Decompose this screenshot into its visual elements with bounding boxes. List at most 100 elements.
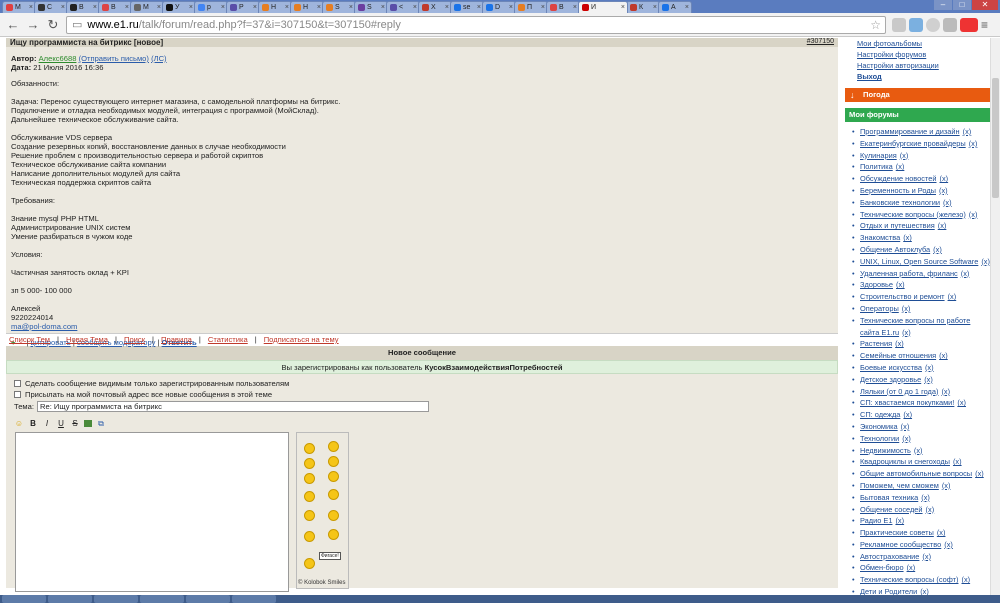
smiles-caption[interactable]: © Kolobok Smiles bbox=[298, 580, 345, 586]
tab-close-icon[interactable]: × bbox=[93, 4, 97, 11]
email-link[interactable]: ma@pol-doma.com bbox=[11, 322, 77, 331]
tab-close-icon[interactable]: × bbox=[253, 4, 257, 11]
ext-icon-3[interactable] bbox=[926, 17, 940, 32]
forum-remove-link[interactable]: (x) bbox=[907, 563, 916, 572]
ext-icon-5[interactable] bbox=[960, 17, 978, 32]
forum-link[interactable]: Технические вопросы по работе сайта E1.r… bbox=[860, 316, 970, 337]
forum-remove-link[interactable]: (x) bbox=[963, 127, 972, 136]
browser-tab[interactable]: В × bbox=[546, 1, 580, 13]
tab-close-icon[interactable]: × bbox=[445, 4, 449, 11]
tab-close-icon[interactable]: × bbox=[317, 4, 321, 11]
forum-remove-link[interactable]: (x) bbox=[948, 292, 957, 301]
forum-remove-link[interactable]: (x) bbox=[981, 257, 990, 266]
forum-nav-link[interactable]: Список Тем bbox=[9, 335, 50, 344]
browser-tab[interactable]: И × bbox=[578, 1, 628, 13]
smile-icon[interactable] bbox=[304, 531, 315, 542]
forum-remove-link[interactable]: (x) bbox=[961, 269, 970, 278]
tab-close-icon[interactable]: × bbox=[29, 4, 33, 11]
taskbar-item[interactable] bbox=[94, 595, 138, 603]
forum-link[interactable]: Технические вопросы (железо) bbox=[860, 210, 966, 219]
forum-link[interactable]: Поможем, чем сможем bbox=[860, 481, 939, 490]
taskbar-item[interactable] bbox=[2, 595, 46, 603]
browser-tab[interactable]: Н × bbox=[290, 1, 324, 13]
tab-close-icon[interactable]: × bbox=[477, 4, 481, 11]
forum-link[interactable]: Банковские технологии bbox=[860, 198, 940, 207]
taskbar-item[interactable] bbox=[140, 595, 184, 603]
browser-tab[interactable]: se × bbox=[450, 1, 484, 13]
forum-remove-link[interactable]: (x) bbox=[924, 375, 933, 384]
forum-remove-link[interactable]: (x) bbox=[969, 210, 978, 219]
browser-tab[interactable]: p × bbox=[194, 1, 228, 13]
checkbox-registered-row[interactable]: Сделать сообщение видимым только зарегис… bbox=[14, 378, 830, 389]
forum-remove-link[interactable]: (x) bbox=[953, 457, 962, 466]
forum-remove-link[interactable]: (x) bbox=[920, 587, 929, 595]
browser-tab[interactable]: C × bbox=[34, 1, 68, 13]
sidebar-top-link[interactable]: Настройки форумов bbox=[845, 49, 990, 60]
tab-close-icon[interactable]: × bbox=[189, 4, 193, 11]
tab-close-icon[interactable]: × bbox=[157, 4, 161, 11]
menu-icon[interactable]: ≡ bbox=[981, 18, 991, 32]
smile-icon[interactable] bbox=[328, 456, 339, 467]
forum-remove-link[interactable]: (x) bbox=[940, 174, 949, 183]
tab-close-icon[interactable]: × bbox=[61, 4, 65, 11]
smile-icon[interactable] bbox=[328, 489, 339, 500]
tab-close-icon[interactable]: × bbox=[221, 4, 225, 11]
tab-close-icon[interactable]: × bbox=[125, 4, 129, 11]
browser-tab[interactable]: К × bbox=[626, 1, 660, 13]
forum-remove-link[interactable]: (x) bbox=[902, 328, 911, 337]
forum-remove-link[interactable]: (x) bbox=[903, 410, 912, 419]
forum-link[interactable]: Дети и Родители bbox=[860, 587, 917, 595]
close-window-button[interactable]: ✕ bbox=[972, 0, 998, 10]
forum-link[interactable]: Экономика bbox=[860, 422, 898, 431]
scrollbar-thumb[interactable] bbox=[992, 78, 999, 198]
back-icon[interactable]: ← bbox=[6, 17, 20, 32]
smile-icon[interactable] bbox=[328, 471, 339, 482]
forum-remove-link[interactable]: (x) bbox=[933, 245, 942, 254]
message-textarea[interactable] bbox=[15, 432, 289, 592]
forum-link[interactable]: Политика bbox=[860, 162, 893, 171]
smile-icon[interactable] bbox=[304, 558, 315, 569]
forum-remove-link[interactable]: (x) bbox=[895, 339, 904, 348]
forum-remove-link[interactable]: (x) bbox=[903, 233, 912, 242]
maximize-button[interactable]: □ bbox=[953, 0, 971, 10]
forum-link[interactable]: Общение Автоклуба bbox=[860, 245, 930, 254]
underline-icon[interactable]: U bbox=[56, 419, 66, 429]
forum-link[interactable]: Квадроциклы и снегоходы bbox=[860, 457, 950, 466]
forum-remove-link[interactable]: (x) bbox=[914, 446, 923, 455]
forum-link[interactable]: Бытовая техника bbox=[860, 493, 918, 502]
forum-remove-link[interactable]: (x) bbox=[957, 398, 966, 407]
tab-close-icon[interactable]: × bbox=[573, 4, 577, 11]
tab-close-icon[interactable]: × bbox=[509, 4, 513, 11]
ext-icon-2[interactable] bbox=[909, 17, 923, 32]
forum-remove-link[interactable]: (x) bbox=[922, 552, 931, 561]
forum-nav-link[interactable]: Подписаться на тему bbox=[264, 335, 339, 344]
forum-remove-link[interactable]: (x) bbox=[896, 162, 905, 171]
forum-remove-link[interactable]: (x) bbox=[937, 528, 946, 537]
link-icon[interactable]: ⧉ bbox=[96, 419, 106, 429]
browser-tab[interactable]: S × bbox=[354, 1, 388, 13]
forum-link[interactable]: Боевые искусства bbox=[860, 363, 922, 372]
browser-tab[interactable]: M × bbox=[130, 1, 164, 13]
checkbox-mail-row[interactable]: Присылать на мой почтовый адрес все новы… bbox=[14, 389, 830, 400]
browser-tab[interactable]: M × bbox=[2, 1, 36, 13]
ext-icon-1[interactable] bbox=[892, 17, 906, 32]
smile-icon[interactable] bbox=[304, 491, 315, 502]
forum-link[interactable]: Технологии bbox=[860, 434, 899, 443]
smile-icon[interactable] bbox=[304, 473, 315, 484]
tab-close-icon[interactable]: × bbox=[349, 4, 353, 11]
taskbar-item[interactable] bbox=[186, 595, 230, 603]
forum-remove-link[interactable]: (x) bbox=[939, 186, 948, 195]
checkbox-mail-notify[interactable] bbox=[14, 391, 21, 398]
browser-tab[interactable]: < × bbox=[386, 1, 420, 13]
tab-close-icon[interactable]: × bbox=[285, 4, 289, 11]
forum-link[interactable]: Технические вопросы (софт) bbox=[860, 575, 958, 584]
forum-link[interactable]: Автострахование bbox=[860, 552, 919, 561]
forum-link[interactable]: Здоровье bbox=[860, 280, 893, 289]
forum-nav-link[interactable]: Новая Тема bbox=[66, 335, 108, 344]
tab-close-icon[interactable]: × bbox=[381, 4, 385, 11]
theme-input[interactable]: Re: Ищу программиста на битрикс bbox=[37, 401, 429, 412]
taskbar-item[interactable] bbox=[232, 595, 276, 603]
page-scrollbar[interactable] bbox=[990, 38, 1000, 595]
smile-icon[interactable] bbox=[304, 458, 315, 469]
forum-link[interactable]: UNIX, Linux, Open Source Software bbox=[860, 257, 978, 266]
